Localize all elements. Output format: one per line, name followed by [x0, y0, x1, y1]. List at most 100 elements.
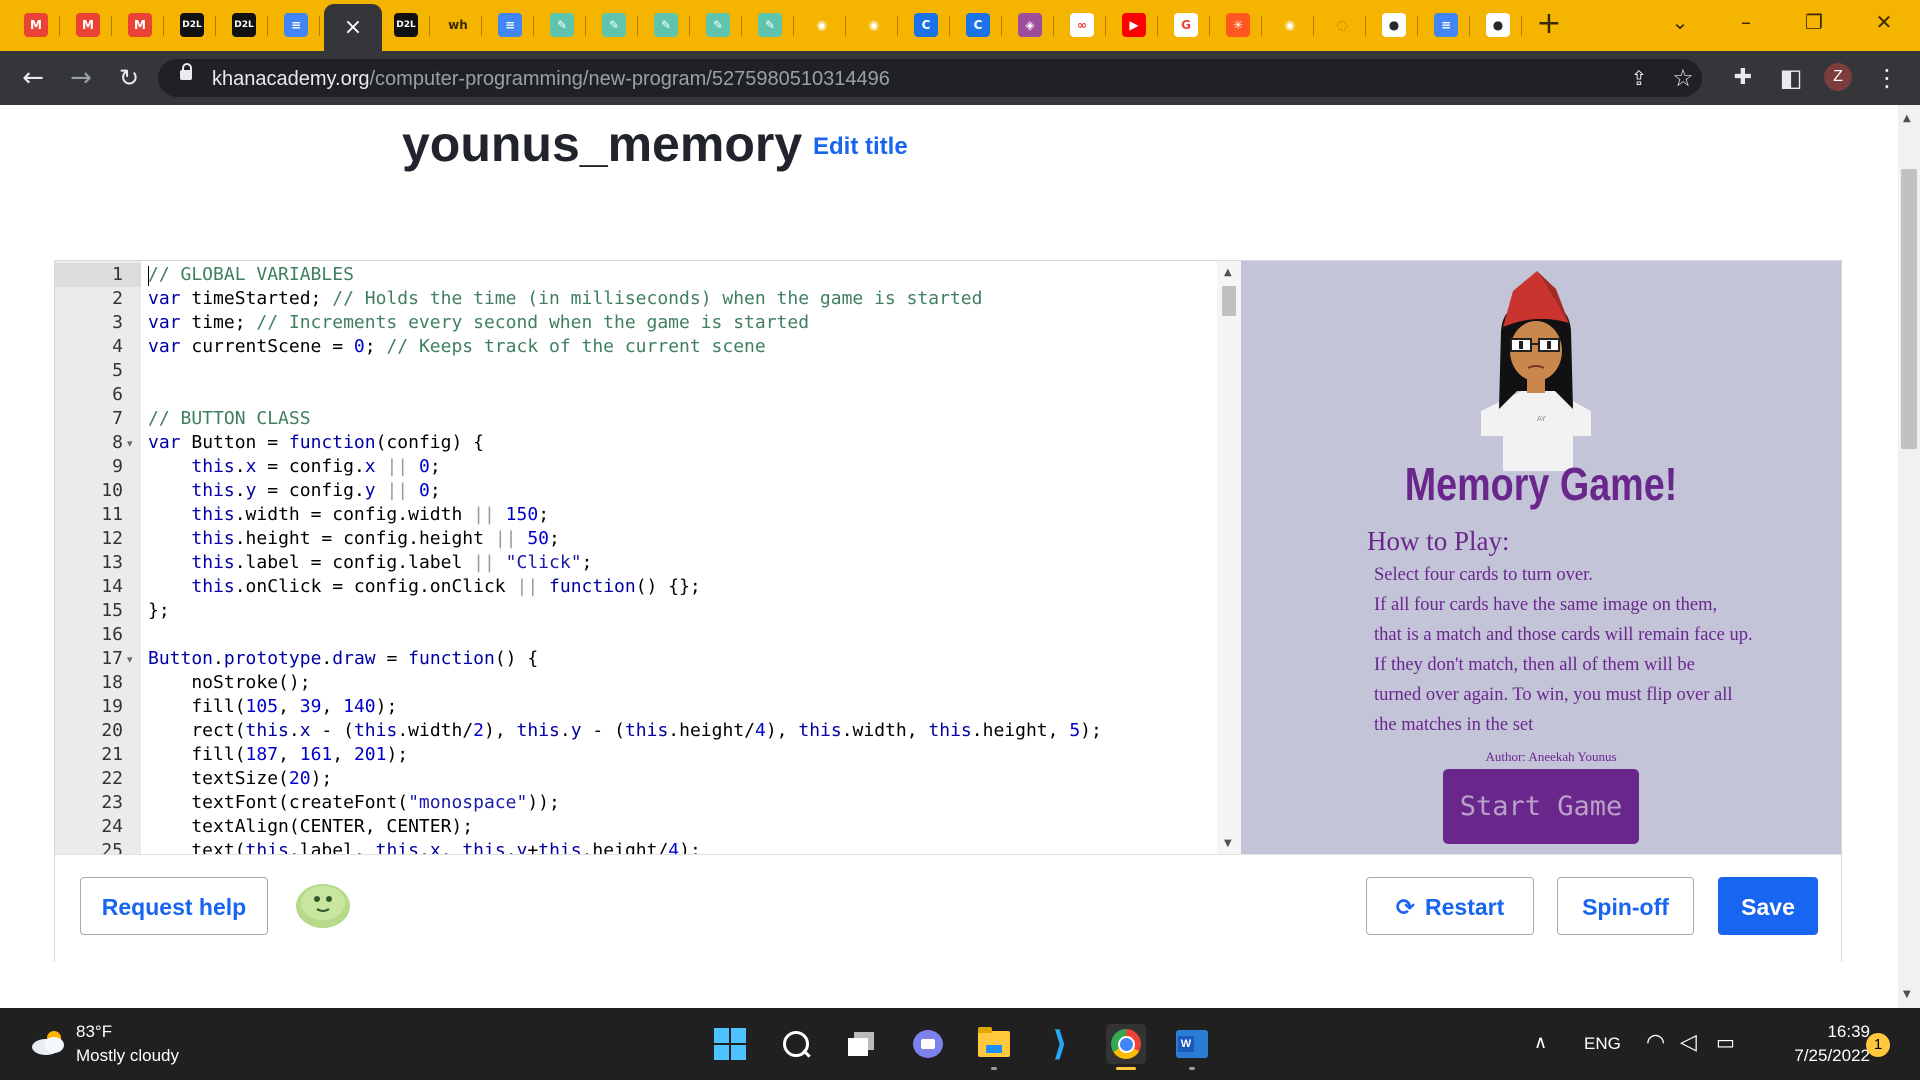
browser-tab[interactable]: ▶ — [1110, 6, 1158, 44]
code-line[interactable]: var currentScene = 0; // Keeps track of … — [148, 335, 766, 359]
code-line[interactable]: noStroke(); — [148, 671, 310, 695]
browser-tab[interactable]: ◉ — [798, 6, 846, 44]
notification-badge[interactable]: 1 — [1866, 1033, 1890, 1057]
show-hidden-icons[interactable]: ∧ — [1534, 1032, 1547, 1053]
cloudy-weather-icon[interactable] — [30, 1030, 66, 1056]
code-line[interactable]: var timeStarted; // Holds the time (in m… — [148, 287, 982, 311]
code-line[interactable]: textSize(20); — [148, 767, 332, 791]
bookmark-star-icon[interactable]: ☆ — [1668, 63, 1698, 93]
file-explorer-icon[interactable] — [974, 1024, 1014, 1070]
reload-icon[interactable]: ↻ — [112, 61, 146, 95]
side-panel-icon[interactable]: ◧ — [1776, 63, 1806, 93]
extensions-icon[interactable]: ✚ — [1728, 63, 1758, 93]
code-line[interactable]: fill(187, 161, 201); — [148, 743, 408, 767]
code-line[interactable]: this.width = config.width || 150; — [148, 503, 549, 527]
code-line[interactable]: }; — [148, 599, 170, 623]
browser-tab[interactable]: wh — [434, 6, 482, 44]
browser-tab[interactable]: ● — [1370, 6, 1418, 44]
page-scrollbar[interactable]: ▲ ▼ — [1898, 105, 1920, 1008]
browser-tab[interactable]: D2L — [220, 6, 268, 44]
editor-scrollbar[interactable]: ▲ ▼ — [1217, 261, 1241, 854]
restart-button[interactable]: ⟳ Restart — [1366, 877, 1534, 935]
code-line[interactable]: // GLOBAL VARIABLES — [148, 263, 354, 287]
browser-tab[interactable]: ∞ — [1058, 6, 1106, 44]
weather-temperature[interactable]: 83°F — [76, 1022, 112, 1042]
tab-search-icon[interactable]: ⌄ — [1652, 0, 1708, 44]
back-icon[interactable]: ← — [16, 61, 50, 95]
browser-tab[interactable]: C — [954, 6, 1002, 44]
restore-icon[interactable]: ❐ — [1786, 0, 1842, 44]
close-window-icon[interactable]: ✕ — [1856, 0, 1912, 44]
clock-date[interactable]: 7/25/2022 — [1760, 1046, 1870, 1066]
code-editor[interactable]: 1 2 3 4 5 6 7 8 ▾ 9 10 11 12 13 14 15 16 17 ▾ 18 19 20 21 22 23 2… — [55, 261, 1241, 854]
code-line[interactable]: this.label = config.label || "Click"; — [148, 551, 592, 575]
edit-title-link[interactable]: Edit title — [813, 133, 908, 161]
battery-icon[interactable]: ▭ — [1716, 1030, 1735, 1054]
browser-tab[interactable]: M — [116, 6, 164, 44]
browser-tab[interactable]: ◈ — [1006, 6, 1054, 44]
windows-start-icon[interactable] — [710, 1024, 750, 1064]
code-line[interactable]: this.x = config.x || 0; — [148, 455, 440, 479]
request-help-button[interactable]: Request help — [80, 877, 268, 935]
teams-chat-icon[interactable] — [908, 1024, 948, 1064]
browser-tab[interactable]: ✎ — [642, 6, 690, 44]
scroll-up-icon[interactable]: ▲ — [1224, 267, 1232, 278]
menu-kebab-icon[interactable]: ⋮ — [1872, 63, 1902, 93]
clock-time[interactable]: 16:39 — [1780, 1022, 1870, 1042]
word-icon[interactable]: W — [1172, 1024, 1212, 1070]
volume-icon[interactable]: ◁ — [1680, 1030, 1697, 1055]
page-scroll-thumb[interactable] — [1901, 169, 1917, 449]
avatar[interactable] — [295, 879, 351, 929]
vscode-icon[interactable]: ⟩ — [1040, 1024, 1080, 1064]
url-text[interactable]: khanacademy.org/computer-programming/new… — [212, 68, 890, 91]
code-line[interactable]: rect(this.x - (this.width/2), this.y - (… — [148, 719, 1102, 743]
scroll-down-icon[interactable]: ▼ — [1224, 838, 1232, 849]
profile-avatar[interactable]: Z — [1824, 63, 1852, 91]
code-line[interactable]: textAlign(CENTER, CENTER); — [148, 815, 473, 839]
code-line[interactable]: this.height = config.height || 50; — [148, 527, 560, 551]
spin-off-button[interactable]: Spin-off — [1557, 877, 1694, 935]
browser-tab[interactable]: ✎ — [590, 6, 638, 44]
lock-icon[interactable] — [180, 63, 192, 80]
code-line[interactable]: this.onClick = config.onClick || functio… — [148, 575, 700, 599]
wifi-icon[interactable]: ◠ — [1646, 1030, 1665, 1055]
scroll-up-icon[interactable]: ▲ — [1903, 113, 1911, 124]
scroll-down-icon[interactable]: ▼ — [1903, 989, 1911, 1000]
address-bar[interactable]: khanacademy.org/computer-programming/new… — [158, 59, 1702, 97]
browser-tab[interactable]: ✳ — [1214, 6, 1262, 44]
browser-tab[interactable]: G — [1162, 6, 1210, 44]
browser-tab[interactable]: ≡ — [1422, 6, 1470, 44]
code-line[interactable]: fill(105, 39, 140); — [148, 695, 397, 719]
close-tab-icon[interactable]: × — [344, 15, 362, 40]
browser-tab[interactable]: M — [64, 6, 112, 44]
browser-tab[interactable]: ◉ — [1266, 6, 1314, 44]
browser-tab[interactable]: D2L — [168, 6, 216, 44]
browser-tab[interactable]: ✎ — [746, 6, 794, 44]
editor-scroll-thumb[interactable] — [1222, 286, 1236, 316]
fold-arrow-icon[interactable]: ▾ — [127, 437, 133, 450]
search-icon[interactable] — [776, 1024, 816, 1064]
browser-tab[interactable]: D2L — [382, 6, 430, 44]
share-icon[interactable]: ⇪ — [1624, 63, 1654, 93]
browser-tab[interactable]: ✎ — [538, 6, 586, 44]
browser-tab[interactable]: ◌ — [1318, 6, 1366, 44]
code-line[interactable]: text(this.label, this.x, this.y+this.hei… — [148, 839, 700, 854]
browser-tab[interactable]: M — [12, 6, 60, 44]
input-language[interactable]: ENG — [1584, 1034, 1621, 1054]
output-canvas[interactable]: AY Memory Game! How to Play: Select four… — [1241, 261, 1841, 854]
code-line[interactable]: var Button = function(config) { — [148, 431, 484, 455]
code-line[interactable]: var time; // Increments every second whe… — [148, 311, 809, 335]
task-view-icon[interactable] — [842, 1024, 882, 1064]
code-line[interactable]: this.y = config.y || 0; — [148, 479, 440, 503]
code-line[interactable]: Button.prototype.draw = function() { — [148, 647, 538, 671]
browser-tab[interactable]: ≡ — [486, 6, 534, 44]
browser-tab[interactable]: ✎ — [694, 6, 742, 44]
chrome-icon[interactable] — [1106, 1024, 1146, 1070]
code-line[interactable]: textFont(createFont("monospace")); — [148, 791, 559, 815]
forward-icon[interactable]: → — [64, 61, 98, 95]
weather-condition[interactable]: Mostly cloudy — [76, 1046, 179, 1066]
browser-tab[interactable]: × — [324, 4, 382, 51]
fold-arrow-icon[interactable]: ▾ — [127, 653, 133, 666]
minimize-icon[interactable]: – — [1718, 0, 1774, 44]
start-game-button[interactable]: Start Game — [1443, 769, 1639, 844]
